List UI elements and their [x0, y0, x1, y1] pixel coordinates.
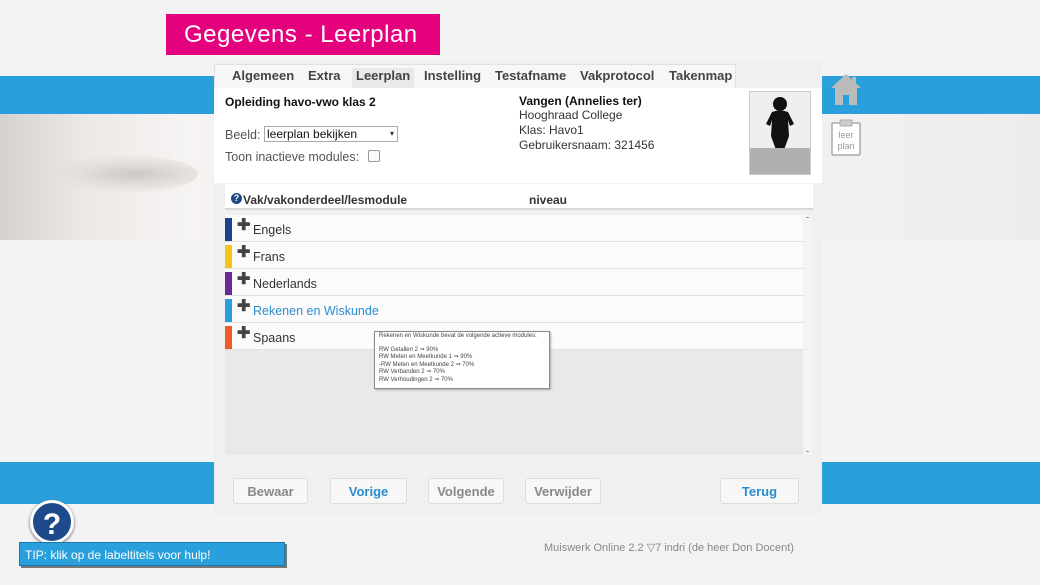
tab-testafname[interactable]: Testafname	[495, 68, 566, 88]
expand-plus-icon[interactable]: ✚	[237, 218, 250, 234]
list-item[interactable]: ✚ Engels	[225, 215, 803, 242]
col-header-subject[interactable]: Vak/vakonderdeel/lesmodule	[243, 193, 407, 207]
student-name: Vangen (Annelies ter)	[519, 94, 642, 108]
home-icon[interactable]	[830, 72, 862, 108]
tab-instelling[interactable]: Instelling	[424, 68, 481, 88]
scrollbar-top-tick	[806, 217, 809, 218]
expand-plus-icon[interactable]: ✚	[237, 272, 250, 288]
subject-color-stripe	[225, 218, 232, 241]
expand-plus-icon[interactable]: ✚	[237, 245, 250, 261]
photo-eye-detail	[38, 154, 198, 194]
chevron-down-icon: ▾	[389, 129, 394, 138]
expand-plus-icon[interactable]: ✚	[237, 326, 250, 342]
list-item[interactable]: ✚ Frans	[225, 242, 803, 269]
tab-extra[interactable]: Extra	[308, 68, 341, 88]
beeld-select-value: leerplan bekijken	[267, 127, 358, 141]
vorige-button[interactable]: Vorige	[330, 478, 407, 504]
col-header-level[interactable]: niveau	[529, 193, 567, 207]
list-header: ? Vak/vakonderdeel/lesmodule niveau	[225, 184, 813, 210]
tab-leerplan[interactable]: Leerplan	[352, 68, 415, 88]
tab-algemeen[interactable]: Algemeen	[232, 68, 294, 88]
page-title: Gegevens - Leerplan	[166, 14, 440, 55]
tooltip-line: RW Verhoudingen 2 ⇒ 70%	[379, 376, 453, 383]
subject-name: Rekenen en Wiskunde	[253, 304, 379, 318]
toon-inactieve-checkbox[interactable]	[368, 150, 380, 162]
tooltip-line: RW Getallen 2 ⇒ 90%	[379, 346, 439, 353]
list-scrollbar[interactable]	[804, 215, 812, 455]
subject-color-stripe	[225, 299, 232, 322]
main-panel: Algemeen Extra Leerplan Instelling Testa…	[214, 60, 822, 515]
tooltip-line: RW Verbanden 2 ⇒ 70%	[379, 369, 445, 375]
bewaar-button[interactable]: Bewaar	[233, 478, 308, 504]
tab-vakprotocol[interactable]: Vakprotocol	[580, 68, 654, 88]
opleiding-label: Opleiding havo-vwo klas 2	[225, 95, 376, 109]
terug-button[interactable]: Terug	[720, 478, 799, 504]
verwijder-button[interactable]: Verwijder	[525, 478, 601, 504]
student-school: Hooghraad College	[519, 108, 623, 122]
list-item[interactable]: ✚ Rekenen en Wiskunde	[225, 296, 803, 323]
question-icon[interactable]: ?	[231, 193, 242, 204]
subject-color-stripe	[225, 326, 232, 349]
tooltip-line: RW Meten en Meetkunde 1 ⇒ 90%	[379, 354, 473, 360]
home-icon-graphic	[831, 74, 861, 105]
expand-plus-icon[interactable]: ✚	[237, 299, 250, 315]
modules-tooltip: Rekenen en Wiskunde bevat de volgende ac…	[374, 331, 550, 389]
leerplan-icon[interactable]: leer plan	[830, 118, 862, 156]
list-item[interactable]: ✚ Nederlands	[225, 269, 803, 296]
info-area: Opleiding havo-vwo klas 2 Beeld: leerpla…	[214, 88, 822, 183]
subject-color-stripe	[225, 272, 232, 295]
tab-takenmap[interactable]: Takenmap	[669, 68, 732, 88]
silhouette-icon	[766, 97, 794, 150]
tab-bar: Algemeen Extra Leerplan Instelling Testa…	[214, 64, 736, 89]
avatar	[749, 91, 811, 175]
subject-name: Spaans	[253, 331, 296, 345]
leerplan-icon-graphic: leer plan	[831, 119, 861, 156]
leerplan-icon-text-1: leer	[838, 130, 853, 140]
avatar-base	[750, 148, 810, 174]
subject-name: Frans	[253, 250, 285, 264]
volgende-button[interactable]: Volgende	[428, 478, 504, 504]
beeld-select[interactable]: leerplan bekijken ▾	[264, 126, 398, 142]
footer-status: Muiswerk Online 2.2 ▽7 indri (de heer Do…	[544, 542, 794, 554]
scrollbar-bottom-tick	[806, 451, 809, 452]
tip-box: TIP: klik op de labeltitels voor hulp!	[19, 542, 285, 566]
tooltip-title: Rekenen en Wiskunde bevat de volgende ac…	[379, 333, 537, 339]
student-klas: Klas: Havo1	[519, 123, 584, 137]
help-icon[interactable]: ?	[30, 500, 74, 544]
subject-name: Engels	[253, 223, 292, 237]
beeld-label: Beeld:	[225, 128, 261, 142]
tooltip-line: -RW Meten en Meetkunde 2 ⇒ 70%	[379, 361, 475, 368]
subject-color-stripe	[225, 245, 232, 268]
leerplan-icon-text-2: plan	[837, 141, 854, 151]
student-username: Gebruikersnaam: 321456	[519, 138, 655, 152]
subject-name: Nederlands	[253, 277, 317, 291]
toon-inactieve-label: Toon inactieve modules:	[225, 150, 360, 164]
